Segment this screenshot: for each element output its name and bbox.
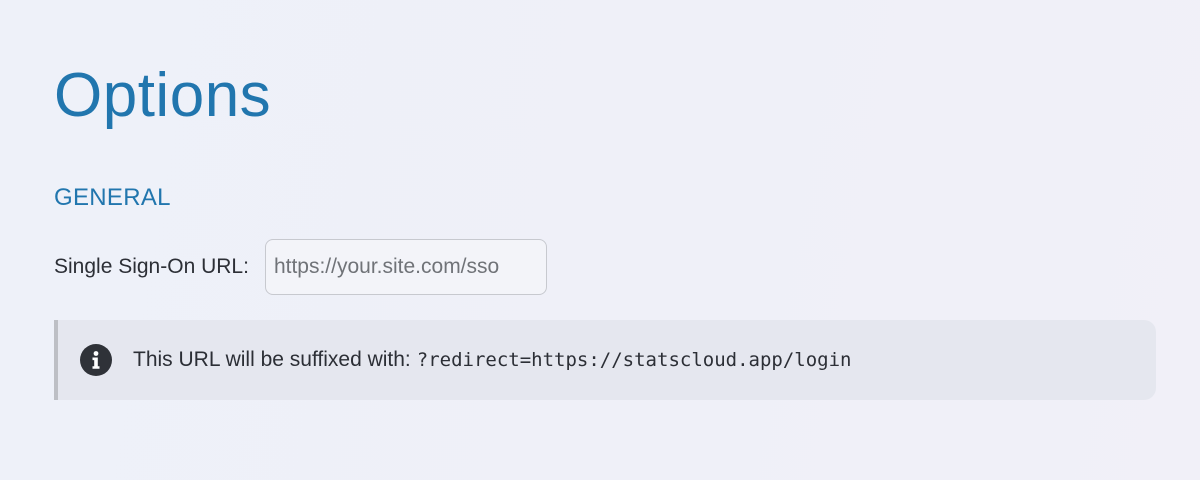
sso-url-field-row: Single Sign-On URL: xyxy=(54,239,547,295)
page-title: Options xyxy=(54,61,272,130)
sso-url-input[interactable] xyxy=(264,239,547,295)
info-notice: This URL will be suffixed with: ?redirec… xyxy=(54,320,1156,400)
info-notice-text: This URL will be suffixed with: xyxy=(133,348,411,371)
sso-url-label: Single Sign-On URL: xyxy=(54,255,249,278)
section-heading-general: GENERAL xyxy=(54,184,171,211)
redirect-suffix-code: ?redirect=https://statscloud.app/login xyxy=(416,349,852,371)
info-icon xyxy=(80,344,112,376)
